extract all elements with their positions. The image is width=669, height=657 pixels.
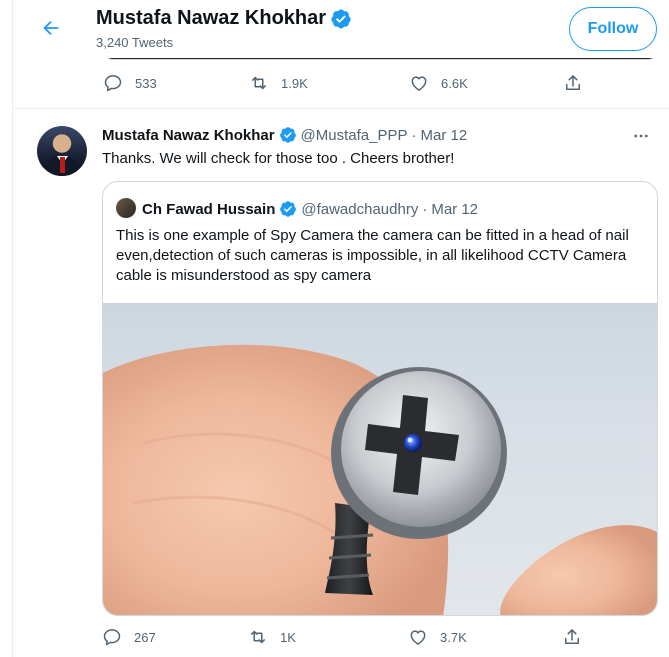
more-button[interactable] — [629, 124, 653, 148]
quoted-author-handle: @fawadchaudhry — [301, 200, 419, 218]
header-name: Mustafa Nawaz Khokhar — [96, 7, 327, 29]
previous-tweet-actions: 533 1.9K 6.6K — [103, 73, 583, 97]
quoted-tweet-image[interactable] — [103, 303, 657, 615]
like-count: 6.6K — [441, 75, 468, 91]
reply-button[interactable]: 267 — [102, 627, 156, 647]
retweet-icon — [252, 76, 266, 90]
back-arrow-icon — [43, 20, 59, 36]
tweet-actions: 267 1K 3.7K — [102, 627, 582, 651]
retweet-button[interactable]: 1K — [248, 627, 296, 647]
timeline-column: Mustafa Nawaz Khokhar 3,240 Tweets Follo… — [12, 0, 669, 657]
reply-count: 533 — [135, 75, 157, 91]
header-title: Mustafa Nawaz Khokhar — [96, 7, 352, 30]
like-icon — [411, 76, 427, 91]
quoted-tweet-date: Mar 12 — [431, 200, 479, 218]
reply-icon — [104, 75, 122, 92]
tweet-date[interactable]: Mar 12 — [421, 127, 468, 144]
reply-count: 267 — [134, 629, 156, 645]
author-handle[interactable]: @Mustafa_PPP — [301, 127, 408, 144]
reply-button[interactable]: 533 — [103, 73, 157, 93]
share-button[interactable] — [563, 73, 583, 93]
quoted-tweet[interactable]: Ch Fawad Hussain @fawadchaudhry · Mar 12… — [102, 181, 658, 616]
separator-dot: · — [422, 200, 428, 218]
tweet-text: Thanks. We will check for those too . Ch… — [102, 150, 455, 167]
separator-dot: · — [411, 126, 417, 144]
retweet-count: 1K — [280, 629, 296, 645]
quoted-avatar — [116, 198, 136, 218]
tweet-header: Mustafa Nawaz Khokhar @Mustafa_PPP · Mar… — [102, 126, 467, 144]
like-button[interactable]: 6.6K — [409, 73, 468, 93]
verified-badge-icon — [280, 201, 297, 217]
verified-badge-icon — [331, 8, 351, 28]
avatar[interactable] — [37, 126, 87, 176]
quoted-tweet-text: This is one example of Spy Camera the ca… — [116, 227, 629, 284]
tweet-count: 3,240 Tweets — [96, 35, 174, 50]
quoted-author-name: Ch Fawad Hussain — [142, 200, 276, 218]
divider — [13, 108, 669, 109]
follow-button[interactable]: Follow — [569, 7, 657, 51]
spy-camera-screw-photo — [103, 344, 657, 615]
retweet-icon — [251, 630, 265, 644]
like-icon — [410, 630, 426, 645]
like-count: 3.7K — [440, 629, 467, 645]
profile-header: Mustafa Nawaz Khokhar 3,240 Tweets Follo… — [13, 0, 669, 58]
retweet-count: 1.9K — [281, 75, 308, 91]
back-button[interactable] — [33, 10, 69, 46]
more-icon — [634, 134, 648, 138]
share-icon — [565, 629, 579, 644]
share-icon — [566, 75, 580, 90]
like-button[interactable]: 3.7K — [408, 627, 467, 647]
reply-icon — [103, 629, 121, 646]
verified-badge-icon — [279, 127, 296, 143]
author-name[interactable]: Mustafa Nawaz Khokhar — [102, 127, 275, 144]
quoted-tweet-header: Ch Fawad Hussain @fawadchaudhry · Mar 12 — [142, 200, 478, 218]
share-button[interactable] — [562, 627, 582, 647]
retweet-button[interactable]: 1.9K — [249, 73, 308, 93]
